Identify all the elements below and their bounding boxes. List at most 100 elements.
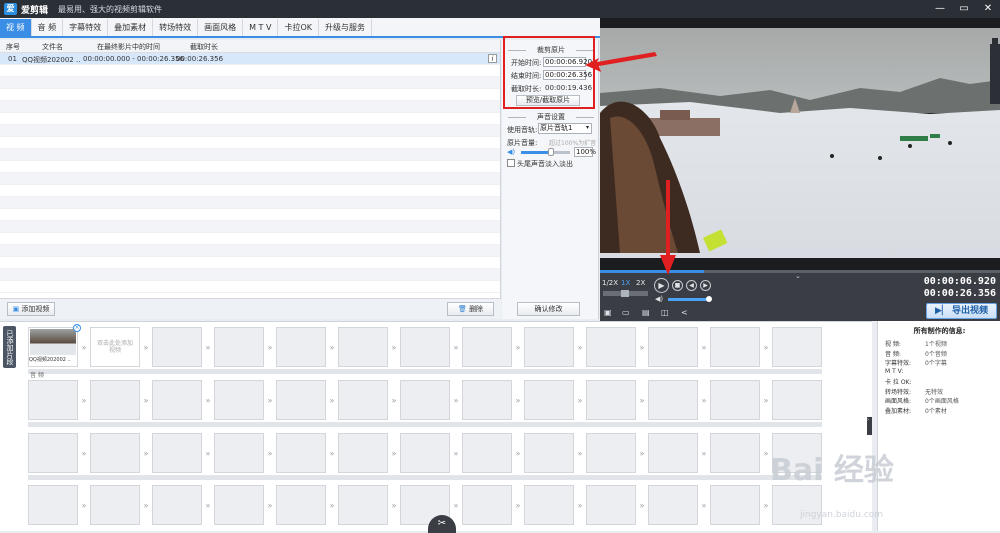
clip-slot[interactable] <box>710 485 760 525</box>
clip-slot[interactable] <box>338 327 388 367</box>
transition-arrow-icon[interactable]: » <box>79 501 89 510</box>
transition-arrow-icon[interactable]: » <box>389 501 399 510</box>
transition-arrow-icon[interactable]: » <box>203 449 213 458</box>
transition-arrow-icon[interactable]: » <box>451 449 461 458</box>
clip-slot[interactable]: 双击此处添加视频 <box>90 327 140 367</box>
play-icon[interactable]: ▶ <box>654 278 669 293</box>
transition-arrow-icon[interactable]: » <box>203 343 213 352</box>
transition-arrow-icon[interactable]: » <box>203 396 213 405</box>
clip-slot[interactable] <box>648 433 698 473</box>
clip-slot[interactable] <box>90 380 140 420</box>
transition-arrow-icon[interactable]: » <box>451 396 461 405</box>
clip-slot[interactable] <box>524 380 574 420</box>
speed-slider[interactable] <box>603 290 648 297</box>
delete-button[interactable]: 🗑 删除 <box>447 302 494 316</box>
expand-info-icon[interactable]: › <box>867 417 872 435</box>
audio-track-strip[interactable] <box>28 422 822 427</box>
clip-slot[interactable] <box>462 433 512 473</box>
collapse-panel-icon[interactable] <box>990 44 1000 104</box>
tab-style[interactable]: 画面风格 <box>198 19 244 36</box>
clip-slot[interactable] <box>586 380 636 420</box>
clip-slot[interactable] <box>586 327 636 367</box>
volume-icon[interactable]: ◀) <box>655 295 663 303</box>
transition-arrow-icon[interactable]: » <box>575 501 585 510</box>
transition-arrow-icon[interactable]: » <box>637 449 647 458</box>
transition-arrow-icon[interactable]: » <box>761 501 771 510</box>
audio-track-select[interactable]: 原片音轨1 ▾ <box>538 123 592 134</box>
transition-arrow-icon[interactable]: » <box>513 449 523 458</box>
scissors-icon[interactable]: ✂ <box>428 515 456 533</box>
audio-track-strip[interactable] <box>28 475 822 480</box>
clip-slot[interactable] <box>462 327 512 367</box>
clip-slot[interactable] <box>772 327 822 367</box>
export-video-button[interactable]: ▶▏ 导出视频 <box>926 303 997 319</box>
audio-track-strip[interactable] <box>28 369 822 374</box>
save-icon[interactable]: ▣ <box>604 308 612 317</box>
transition-arrow-icon[interactable]: » <box>389 343 399 352</box>
transition-arrow-icon[interactable]: » <box>761 396 771 405</box>
expand-toggle-icon[interactable]: ⌄ <box>795 272 801 280</box>
open-folder-icon[interactable]: ▭ <box>622 308 630 317</box>
tab-overlay[interactable]: 叠加素材 <box>108 19 154 36</box>
clip-slot[interactable] <box>710 327 760 367</box>
transition-arrow-icon[interactable]: » <box>265 343 275 352</box>
remove-clip-icon[interactable]: × <box>73 324 81 332</box>
confirm-button[interactable]: 确认修改 <box>517 302 580 316</box>
player-volume-slider[interactable] <box>668 296 712 302</box>
transition-arrow-icon[interactable]: » <box>389 396 399 405</box>
transition-arrow-icon[interactable]: » <box>265 501 275 510</box>
transition-arrow-icon[interactable]: » <box>761 343 771 352</box>
tab-video[interactable]: 视 频 <box>0 19 32 36</box>
transition-arrow-icon[interactable]: » <box>513 501 523 510</box>
clip-slot[interactable] <box>648 485 698 525</box>
stop-icon[interactable]: ■ <box>672 280 683 291</box>
speed-normal[interactable]: 1X <box>621 279 630 287</box>
table-row[interactable]: 01 QQ视频202002 .. 00:00:00.000 - 00:00:26… <box>0 53 500 65</box>
transition-arrow-icon[interactable]: » <box>699 396 709 405</box>
transition-arrow-icon[interactable]: » <box>141 501 151 510</box>
clip-slot[interactable] <box>524 433 574 473</box>
transition-arrow-icon[interactable]: » <box>513 343 523 352</box>
close-button[interactable]: ✕ <box>976 0 1000 18</box>
tab-audio[interactable]: 音 频 <box>32 19 64 36</box>
tab-mtv[interactable]: M T V <box>243 19 279 36</box>
save-as-icon[interactable]: ▤ <box>642 308 650 317</box>
clip-slot[interactable] <box>524 327 574 367</box>
transition-arrow-icon[interactable]: » <box>327 449 337 458</box>
clip-slot[interactable] <box>400 380 450 420</box>
clip-slot[interactable] <box>276 380 326 420</box>
clip-slot[interactable] <box>710 380 760 420</box>
clip-slot[interactable] <box>400 327 450 367</box>
clip-slot[interactable] <box>214 433 264 473</box>
fade-checkbox[interactable] <box>507 159 515 167</box>
maximize-button[interactable]: ▭ <box>952 0 976 18</box>
volume-slider-handle[interactable] <box>548 148 554 156</box>
transition-arrow-icon[interactable]: » <box>699 501 709 510</box>
transition-arrow-icon[interactable]: » <box>203 501 213 510</box>
clip-slot[interactable] <box>152 433 202 473</box>
clip-slot[interactable] <box>648 380 698 420</box>
tab-subtitles[interactable]: 字幕特效 <box>63 19 109 36</box>
clip-slot[interactable] <box>586 433 636 473</box>
clip-slot[interactable] <box>90 485 140 525</box>
tab-karaoke[interactable]: 卡拉OK <box>278 19 319 36</box>
next-frame-icon[interactable]: ▶ <box>700 280 711 291</box>
clip-slot[interactable] <box>772 380 822 420</box>
clip-slot[interactable] <box>152 380 202 420</box>
clip-slot[interactable] <box>28 485 78 525</box>
speed-half[interactable]: 1/2X <box>602 279 618 287</box>
transition-arrow-icon[interactable]: » <box>265 396 275 405</box>
tab-upgrade[interactable]: 升级与服务 <box>319 19 372 36</box>
transition-arrow-icon[interactable]: » <box>327 501 337 510</box>
minimize-button[interactable]: — <box>928 0 952 18</box>
transition-arrow-icon[interactable]: » <box>265 449 275 458</box>
info-icon[interactable]: i <box>488 54 497 63</box>
transition-arrow-icon[interactable]: » <box>79 396 89 405</box>
clip-slot[interactable] <box>338 380 388 420</box>
tab-transitions[interactable]: 转场特效 <box>153 19 199 36</box>
clip-slot[interactable] <box>152 327 202 367</box>
clip-slot[interactable] <box>400 433 450 473</box>
clip-slot[interactable] <box>28 380 78 420</box>
player-volume-handle[interactable] <box>706 296 712 302</box>
transition-arrow-icon[interactable]: » <box>141 449 151 458</box>
